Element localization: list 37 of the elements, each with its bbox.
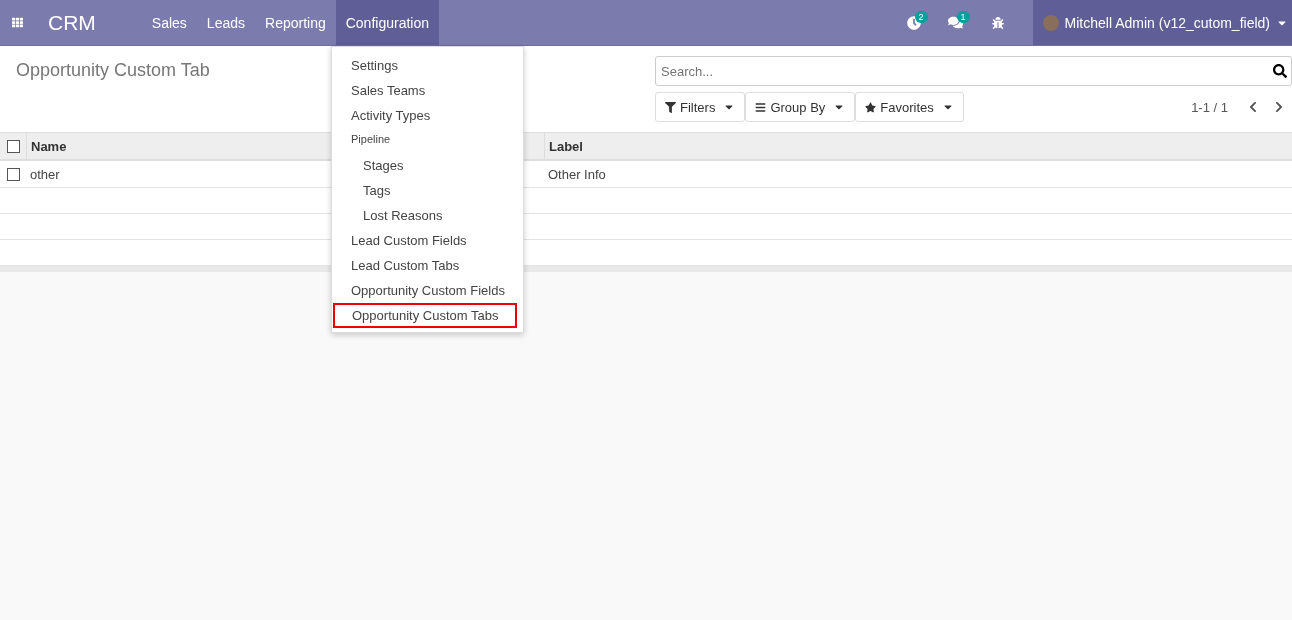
chevron-left-icon	[1247, 101, 1259, 113]
menu-item[interactable]: Lead Custom Tabs	[332, 253, 523, 278]
menu-section-header: Pipeline	[350, 132, 392, 147]
nav-menu-item[interactable]: Sales	[141, 0, 197, 45]
bug-icon	[991, 16, 1004, 29]
filter-dropdown-button[interactable]: Group By	[745, 92, 856, 122]
nav-menu-item[interactable]: Reporting	[255, 0, 336, 45]
menu-item[interactable]: Lead Custom Fields	[332, 228, 523, 253]
checkbox[interactable]	[6, 139, 20, 153]
menu-item[interactable]: Settings	[332, 53, 523, 78]
menu-item[interactable]: Opportunity Custom Fields	[332, 278, 523, 303]
avatar-icon	[1042, 14, 1059, 31]
nav-menu-item[interactable]: Configuration	[335, 0, 439, 45]
column-header[interactable]: Label	[544, 132, 1292, 161]
pager-value: 1-1 / 1	[1191, 99, 1228, 115]
count-badge: 2	[914, 11, 928, 23]
chat-icon	[948, 15, 964, 30]
user-menu[interactable]: Mitchell Admin (v12_cutom_field)	[1032, 0, 1292, 45]
menu-item[interactable]: Sales Teams	[332, 78, 523, 103]
menu-item[interactable]: Activity Types	[332, 103, 523, 128]
table-cell: Other Info	[544, 161, 1292, 188]
checkbox[interactable]	[6, 167, 20, 181]
star-icon	[865, 101, 877, 113]
filter-dropdown-button[interactable]: Filters	[655, 92, 746, 122]
filter-icon	[665, 101, 676, 113]
app-name: CRM	[47, 9, 97, 36]
list-icon	[755, 101, 767, 113]
search-icon	[1273, 64, 1287, 78]
breadcrumb-title: Opportunity Custom Tab	[16, 60, 210, 82]
menu-item[interactable]: Opportunity Custom Tabs	[333, 303, 517, 328]
chevron-right-icon	[1273, 101, 1285, 113]
filter-dropdown-button[interactable]: Favorites	[855, 92, 964, 122]
grid-icon	[11, 17, 23, 28]
search-field[interactable]: Search...	[655, 56, 1292, 86]
count-badge: 1	[956, 11, 970, 23]
menu-item[interactable]: Lost Reasons	[332, 203, 523, 228]
nav-menu-item[interactable]: Leads	[196, 0, 255, 45]
